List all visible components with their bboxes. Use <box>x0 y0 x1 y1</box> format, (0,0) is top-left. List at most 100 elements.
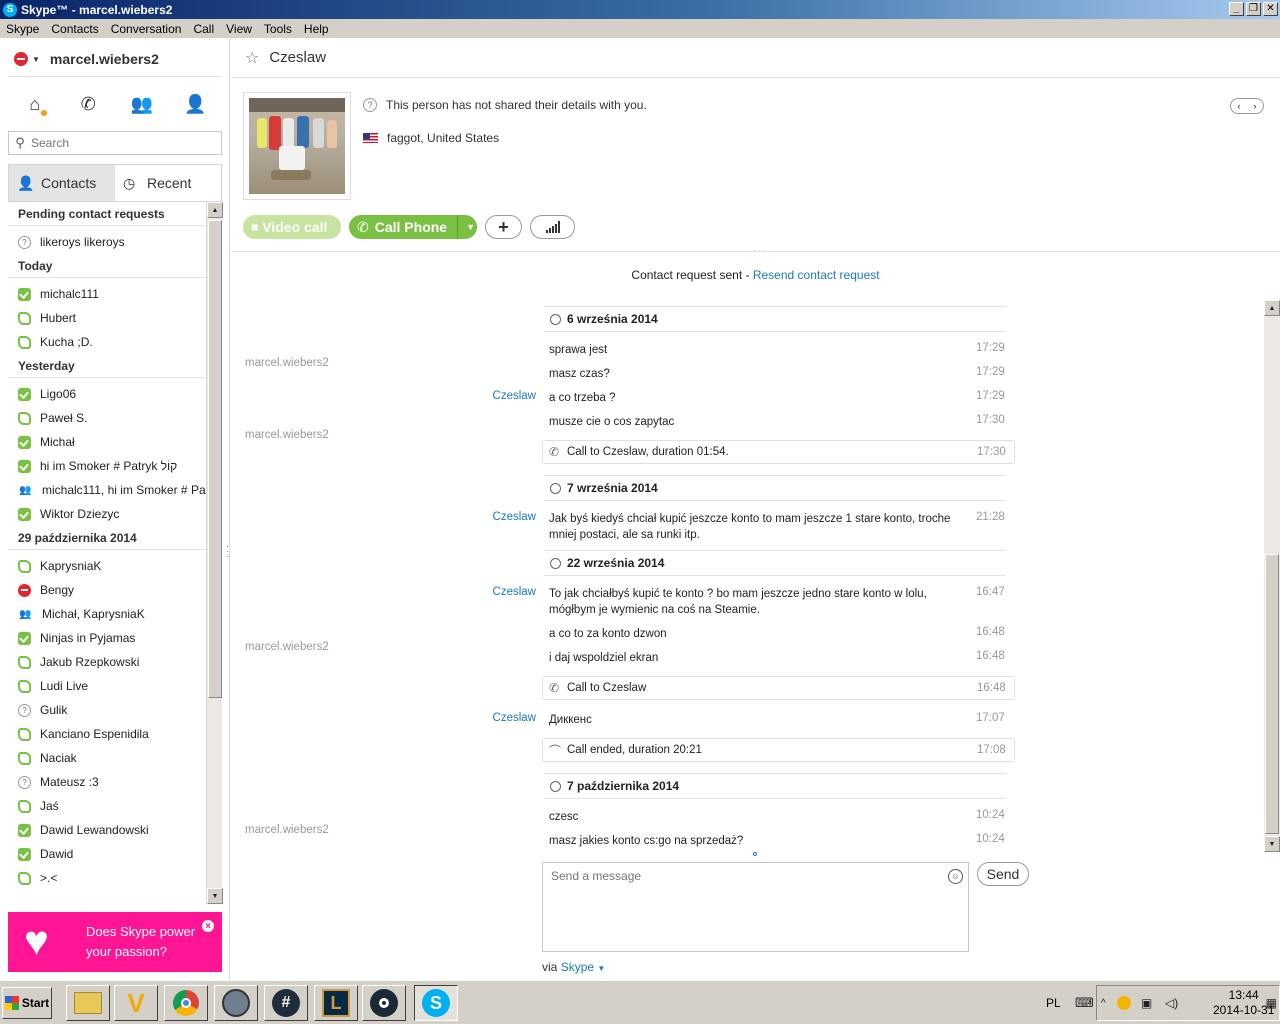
contact-item[interactable]: Kucha ;D. <box>8 330 206 354</box>
contact-item[interactable]: 👥 michalc111, hi im Smoker # Pat... <box>8 478 206 502</box>
sender-name[interactable]: Czeslaw <box>493 511 536 523</box>
menu-contacts[interactable]: Contacts <box>45 22 104 36</box>
contact-item[interactable]: Bengy <box>8 578 206 602</box>
contact-item[interactable]: Michał <box>8 430 206 454</box>
scroll-thumb[interactable] <box>208 220 222 698</box>
taskbar-chrome[interactable] <box>164 985 208 1021</box>
message-input[interactable] <box>543 863 968 951</box>
prev-arrow-icon[interactable]: ‹ <box>1231 99 1247 113</box>
contact-item[interactable]: Wiktor Dziezyc <box>8 502 206 526</box>
taskbar-league-of-legends[interactable]: L <box>314 985 358 1021</box>
taskbar-app-v[interactable]: V <box>114 985 158 1021</box>
close-button[interactable]: ✕ <box>1263 2 1278 16</box>
tab-recent[interactable]: ◷ Recent <box>115 165 221 201</box>
contact-item[interactable]: Naciak <box>8 746 206 770</box>
promo-banner[interactable]: ♥ Does Skype power your passion? × <box>8 912 222 972</box>
taskbar-explorer[interactable] <box>66 985 110 1021</box>
contact-avatar[interactable] <box>243 92 351 200</box>
contact-item[interactable]: Dawid Lewandowski <box>8 818 206 842</box>
show-desktop-icon[interactable]: ▦ <box>1266 996 1277 1010</box>
show-hidden-icons[interactable]: ^ <box>1101 998 1106 1009</box>
add-contact-icon[interactable]: 👤 <box>182 92 208 116</box>
resend-request-link[interactable]: Resend contact request <box>753 268 880 282</box>
contact-item[interactable]: Ludi Live <box>8 674 206 698</box>
language-indicator[interactable]: PL <box>1046 996 1061 1010</box>
sender-name[interactable]: Czeslaw <box>493 390 536 402</box>
add-button[interactable]: + <box>485 215 522 239</box>
group-status-icon: 👥 <box>19 608 32 620</box>
contact-item[interactable]: KaprysniaK <box>8 554 206 578</box>
tab-contacts[interactable]: 👤 Contacts <box>9 165 115 201</box>
call-quality-button[interactable] <box>530 215 575 239</box>
menu-view[interactable]: View <box>220 22 258 36</box>
chevron-down-icon[interactable]: ▼ <box>597 964 605 973</box>
network-icon[interactable]: ▣ <box>1141 996 1152 1010</box>
dnd-status-icon[interactable] <box>14 52 28 66</box>
call-phone-button[interactable]: ✆ Call Phone ▼ <box>349 215 477 239</box>
contact-item[interactable]: >.< <box>8 866 206 890</box>
via-skype-link[interactable]: Skype <box>561 960 594 974</box>
alert-icon[interactable] <box>1117 996 1131 1010</box>
contact-item[interactable]: ? Mateusz :3 <box>8 770 206 794</box>
new-group-icon[interactable]: 👥 <box>129 92 155 116</box>
contact-item[interactable]: Ninjas in Pyjamas <box>8 626 206 650</box>
taskbar-hashtag-app[interactable]: # <box>264 985 308 1021</box>
start-button[interactable]: Start <box>2 987 52 1019</box>
contact-item[interactable]: hi im Smoker # Patryk קוֹל <box>8 454 206 478</box>
search-input[interactable] <box>31 136 211 150</box>
menu-skype[interactable]: Skype <box>0 22 45 36</box>
taskbar-teamspeak[interactable] <box>214 985 258 1021</box>
profile-status[interactable]: ▼ marcel.wiebers2 <box>14 48 159 70</box>
contact-item[interactable]: Paweł S. <box>8 406 206 430</box>
taskbar-skype[interactable]: S <box>414 985 458 1021</box>
minimize-button[interactable]: _ <box>1229 2 1244 16</box>
resize-handle[interactable] <box>753 852 757 856</box>
home-icon[interactable]: ⌂ <box>22 92 48 116</box>
contact-item[interactable]: Dawid <box>8 842 206 866</box>
contact-item[interactable]: Hubert <box>8 306 206 330</box>
section-header: Yesterday <box>8 354 206 378</box>
phone-icon: ✆ <box>357 218 369 235</box>
search-box[interactable]: ⚲ <box>8 131 222 155</box>
menu-tools[interactable]: Tools <box>258 22 298 36</box>
scroll-up-arrow[interactable]: ▲ <box>1264 300 1280 316</box>
message-time: 17:07 <box>976 712 1005 724</box>
profile-name[interactable]: marcel.wiebers2 <box>50 51 159 67</box>
splitter-handle[interactable]: · · · <box>226 542 229 561</box>
contact-item[interactable]: 👥 Michał, KaprysniaK <box>8 602 206 626</box>
next-arrow-icon[interactable]: › <box>1247 99 1263 113</box>
chevron-down-icon[interactable]: ▼ <box>32 55 40 64</box>
taskbar-steam[interactable] <box>362 985 406 1021</box>
menu-call[interactable]: Call <box>187 22 220 36</box>
emoticon-icon[interactable]: ☺ <box>948 869 963 884</box>
keyboard-icon[interactable]: ⌨ <box>1075 995 1094 1011</box>
menu-conversation[interactable]: Conversation <box>105 22 188 36</box>
chevron-down-icon[interactable]: ▼ <box>466 222 475 232</box>
favorite-star-icon[interactable]: ☆ <box>245 48 259 68</box>
volume-icon[interactable]: ◁) <box>1165 996 1178 1010</box>
contact-item[interactable]: Jakub Rzepkowski <box>8 650 206 674</box>
menu-help[interactable]: Help <box>298 22 335 36</box>
contact-item[interactable]: michalc111 <box>8 282 206 306</box>
send-button[interactable]: Send <box>977 862 1029 886</box>
contact-item[interactable]: Jaś <box>8 794 206 818</box>
more-options-icon[interactable]: ... <box>753 241 766 255</box>
scroll-down-arrow[interactable]: ▼ <box>1264 836 1280 852</box>
contact-item[interactable]: ? Gulik <box>8 698 206 722</box>
message-composer[interactable]: ☺ <box>542 862 969 952</box>
scroll-up-arrow[interactable]: ▲ <box>207 202 223 218</box>
close-icon[interactable]: × <box>202 920 214 932</box>
maximize-button[interactable]: ❐ <box>1246 2 1261 16</box>
sender-name[interactable]: Czeslaw <box>493 586 536 598</box>
us-flag-icon <box>363 133 378 143</box>
contact-item[interactable]: ? likeroys likeroys <box>8 230 206 254</box>
sender-name[interactable]: Czeslaw <box>493 712 536 724</box>
scroll-down-arrow[interactable]: ▼ <box>207 888 223 904</box>
phone-icon[interactable]: ✆ <box>75 92 101 116</box>
chat-scrollbar[interactable]: ▲ ▼ <box>1264 300 1280 852</box>
contact-list-scrollbar[interactable]: ▲ ▼ <box>206 202 223 904</box>
contact-item[interactable]: Ligo06 <box>8 382 206 406</box>
scroll-thumb[interactable] <box>1265 554 1279 834</box>
contact-item[interactable]: Kanciano Espenidila <box>8 722 206 746</box>
video-call-button[interactable]: ■ Video call <box>243 215 341 239</box>
